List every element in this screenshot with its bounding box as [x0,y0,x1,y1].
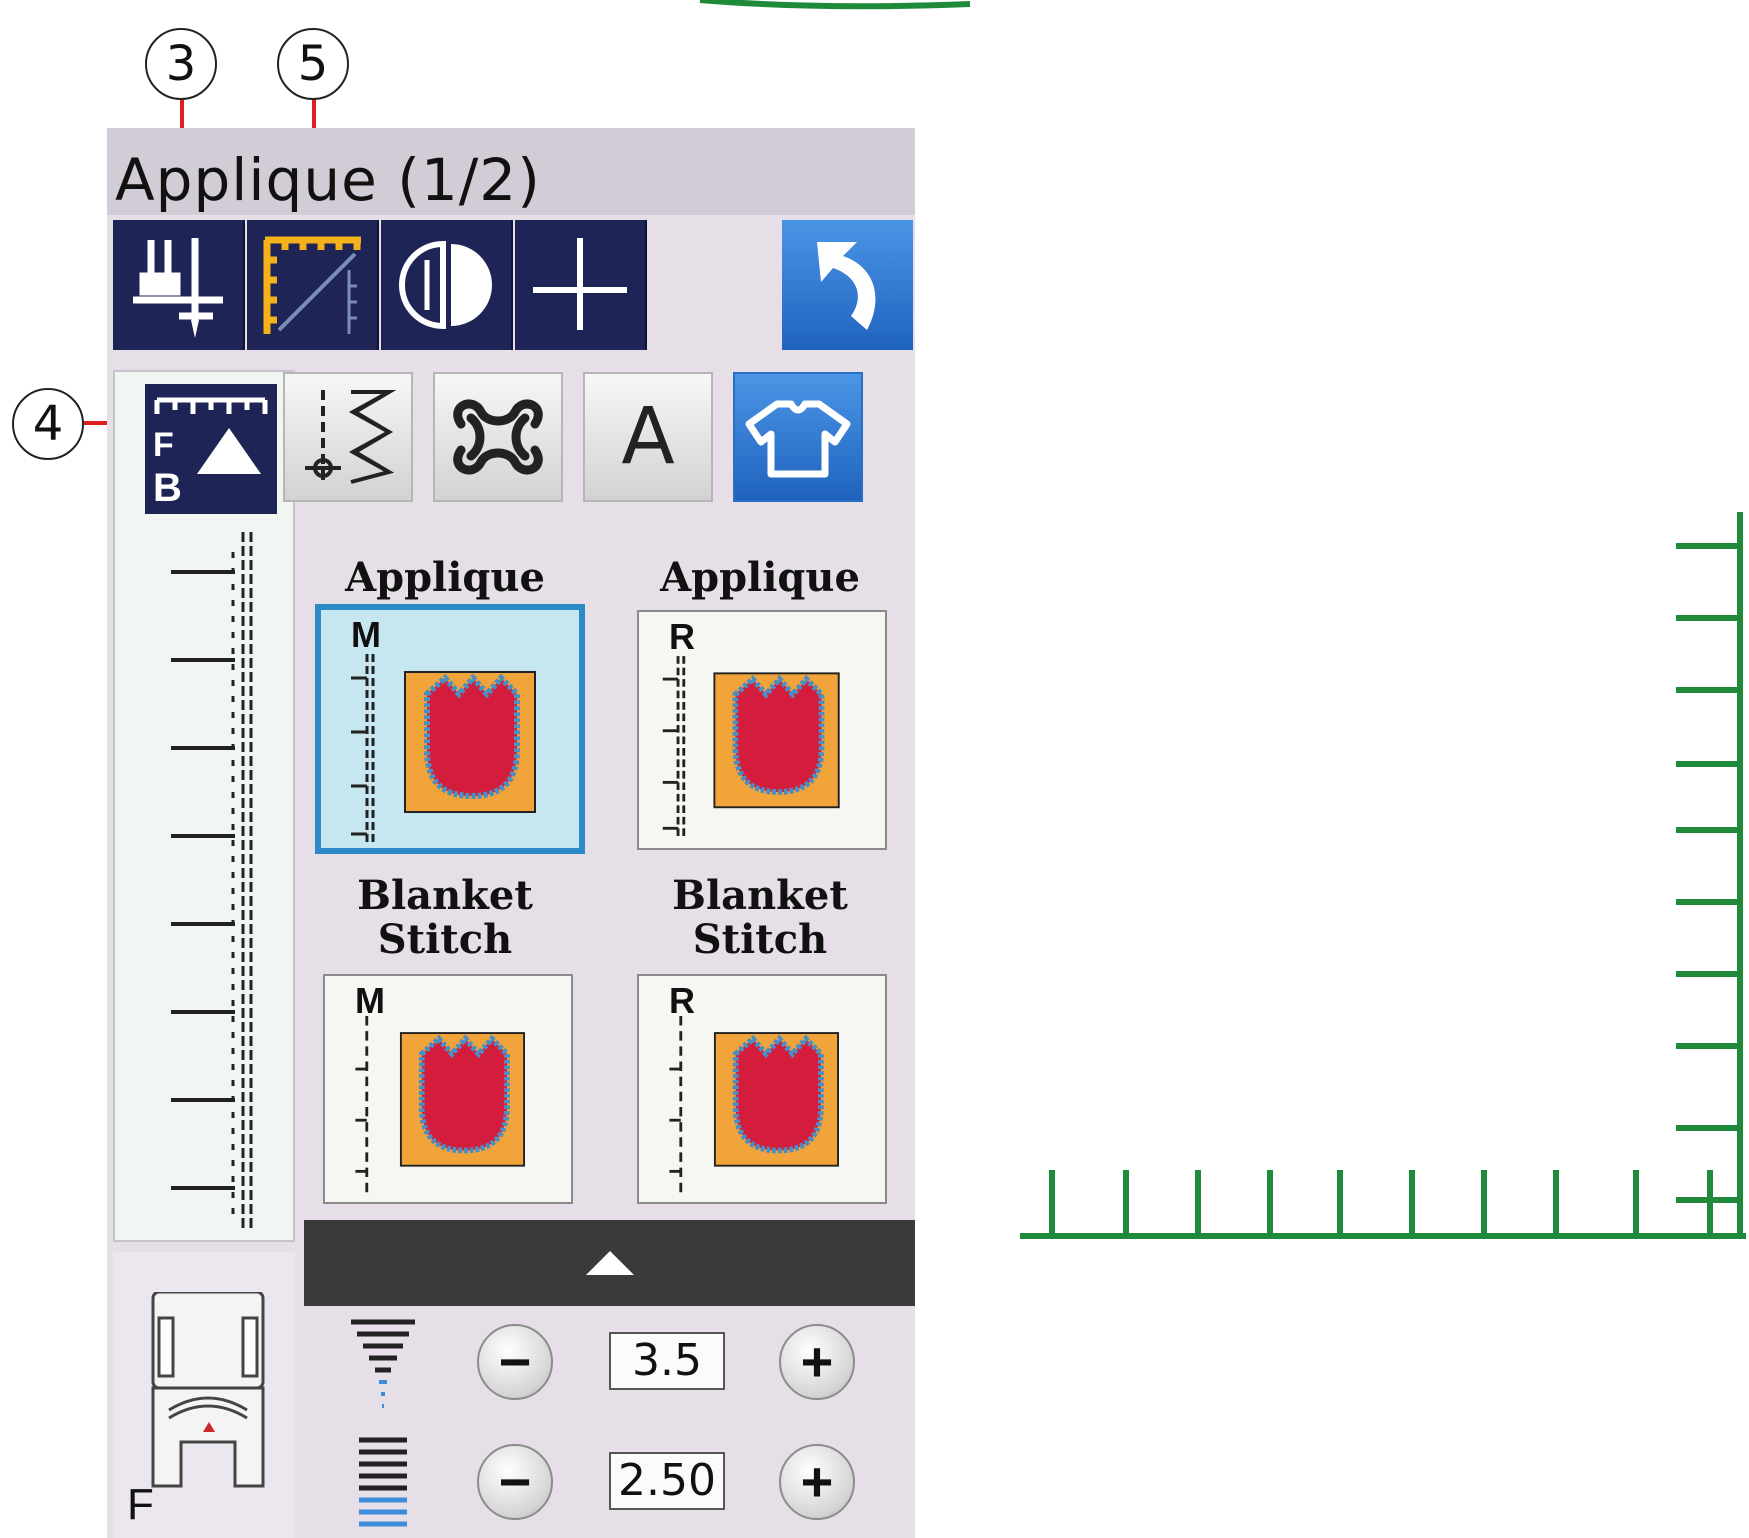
stitch-guide-ruler-illustration [699,0,1746,1239]
